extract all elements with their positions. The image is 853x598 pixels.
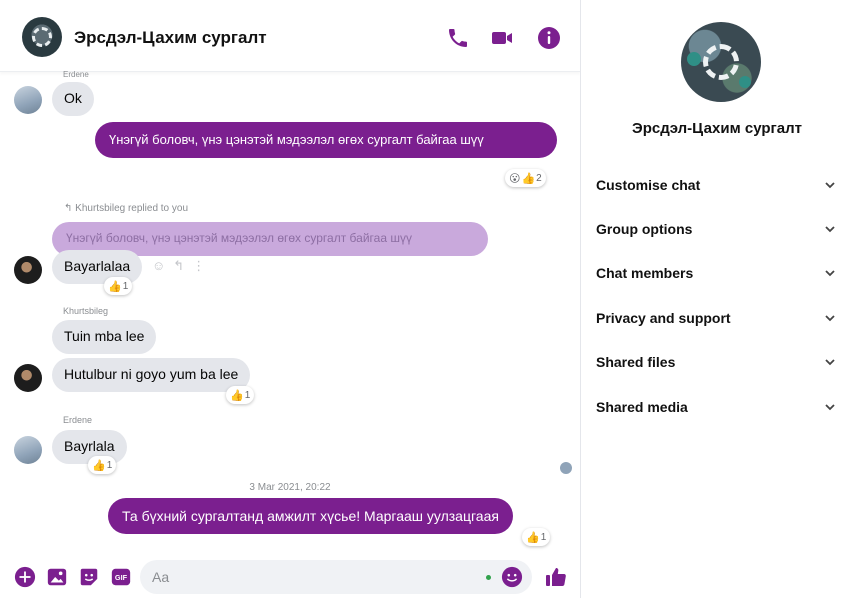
avatar-decoration [739, 76, 751, 88]
chat-panel: Эрсдэл-Цахим сургалт Erdene Ok Үнэгүй бо… [0, 0, 580, 598]
react-emoji-icon[interactable]: ☺ [152, 258, 165, 274]
menu-label: Shared files [596, 354, 676, 370]
group-name: Эрсдэл-Цахим сургалт [632, 120, 802, 137]
menu-chat-members[interactable]: Chat members [596, 258, 843, 288]
menu-shared-files[interactable]: Shared files [596, 347, 843, 377]
emoji-icon[interactable] [501, 566, 523, 588]
avatar[interactable] [14, 86, 42, 114]
menu-group-options[interactable]: Group options [596, 214, 843, 244]
thumbs-up-icon: 👍 [108, 280, 122, 293]
avatar[interactable] [14, 436, 42, 464]
reaction-badge[interactable]: 👍 1 [226, 386, 255, 404]
menu-label: Shared media [596, 399, 688, 415]
sender-name: Erdene [63, 70, 89, 79]
svg-text:GIF: GIF [115, 573, 128, 582]
reaction-badge[interactable]: 👍 1 [522, 528, 551, 546]
more-options-icon[interactable]: ⋮ [192, 258, 205, 274]
message-actions: ☺ ↰ ⋮ [152, 258, 205, 274]
reply-icon[interactable]: ↰ [173, 258, 184, 274]
reaction-badge[interactable]: 😮 👍 2 [505, 169, 546, 187]
thumbs-up-icon: 👍 [92, 459, 106, 472]
chevron-down-icon [825, 404, 835, 411]
reaction-badge[interactable]: 👍 1 [104, 277, 133, 295]
message-bubble-outgoing[interactable]: Та бүхний сургалтанд амжилт хүсье! Марга… [108, 498, 513, 534]
chevron-down-icon [825, 315, 835, 322]
message-bubble[interactable]: Hutulbur ni goyo yum ba lee [52, 358, 251, 392]
message-input[interactable] [152, 567, 472, 587]
chevron-down-icon [825, 270, 835, 277]
message-bubble[interactable]: Ok [52, 82, 94, 116]
avatar-decoration [687, 52, 701, 66]
message-composer: GIF [0, 556, 580, 598]
menu-label: Group options [596, 221, 693, 237]
reply-note-text: Khurtsbileg replied to you [75, 203, 189, 214]
reaction-count: 1 [122, 280, 129, 292]
reaction-count: 2 [536, 172, 542, 184]
conversation-info-panel: Эрсдэл-Цахим сургалт Customise chat Grou… [581, 0, 853, 598]
sender-name: Khurtsbileg [63, 306, 109, 316]
phone-icon[interactable] [446, 26, 470, 50]
reaction-count: 1 [244, 389, 251, 401]
info-icon[interactable] [537, 26, 561, 50]
video-camera-icon[interactable] [490, 26, 514, 50]
reaction-count: 1 [540, 531, 547, 543]
chat-title: Эрсдэл-Цахим сургалт [74, 28, 267, 47]
reply-note: ↰ Khurtsbileg replied to you [64, 203, 188, 214]
avatar[interactable] [14, 364, 42, 392]
message-bubble[interactable]: Tuin mba lee [52, 320, 157, 354]
reply-arrow-icon: ↰ [64, 203, 76, 214]
thumbs-up-icon[interactable] [544, 565, 568, 589]
gif-icon[interactable]: GIF [110, 566, 132, 588]
chevron-down-icon [825, 182, 835, 189]
menu-privacy-support[interactable]: Privacy and support [596, 303, 843, 333]
wow-emoji-icon: 😮 [509, 172, 521, 185]
gear-logo-icon [703, 44, 739, 80]
group-avatar-large[interactable] [681, 22, 761, 102]
sender-name: Erdene [63, 415, 93, 425]
chevron-down-icon [825, 359, 835, 366]
menu-label: Privacy and support [596, 310, 731, 326]
menu-shared-media[interactable]: Shared media [596, 392, 843, 422]
menu-label: Customise chat [596, 177, 701, 193]
thumbs-up-icon: 👍 [521, 172, 536, 185]
message-input-box[interactable] [140, 560, 532, 594]
reaction-count: 1 [106, 459, 113, 471]
plus-circle-icon[interactable] [14, 566, 36, 588]
active-indicator [486, 575, 491, 580]
reaction-badge[interactable]: 👍 1 [88, 456, 117, 474]
timestamp: 3 Mar 2021, 20:22 [249, 482, 331, 493]
thumbs-up-icon: 👍 [526, 531, 540, 544]
group-avatar[interactable] [22, 17, 62, 57]
sticker-icon[interactable] [78, 566, 100, 588]
menu-customise-chat[interactable]: Customise chat [596, 170, 843, 200]
gear-logo-icon [32, 27, 52, 47]
avatar[interactable] [14, 256, 42, 284]
chat-header: Эрсдэл-Цахим сургалт [0, 0, 580, 72]
chevron-down-icon [825, 226, 835, 233]
thumbs-up-icon: 👍 [230, 389, 244, 402]
seen-avatar-indicator [560, 462, 572, 474]
message-bubble-outgoing[interactable]: Үнэгүй боловч, үнэ цэнэтэй мэдээлэл өгөх… [95, 122, 557, 158]
menu-label: Chat members [596, 265, 694, 281]
photo-icon[interactable] [46, 566, 68, 588]
